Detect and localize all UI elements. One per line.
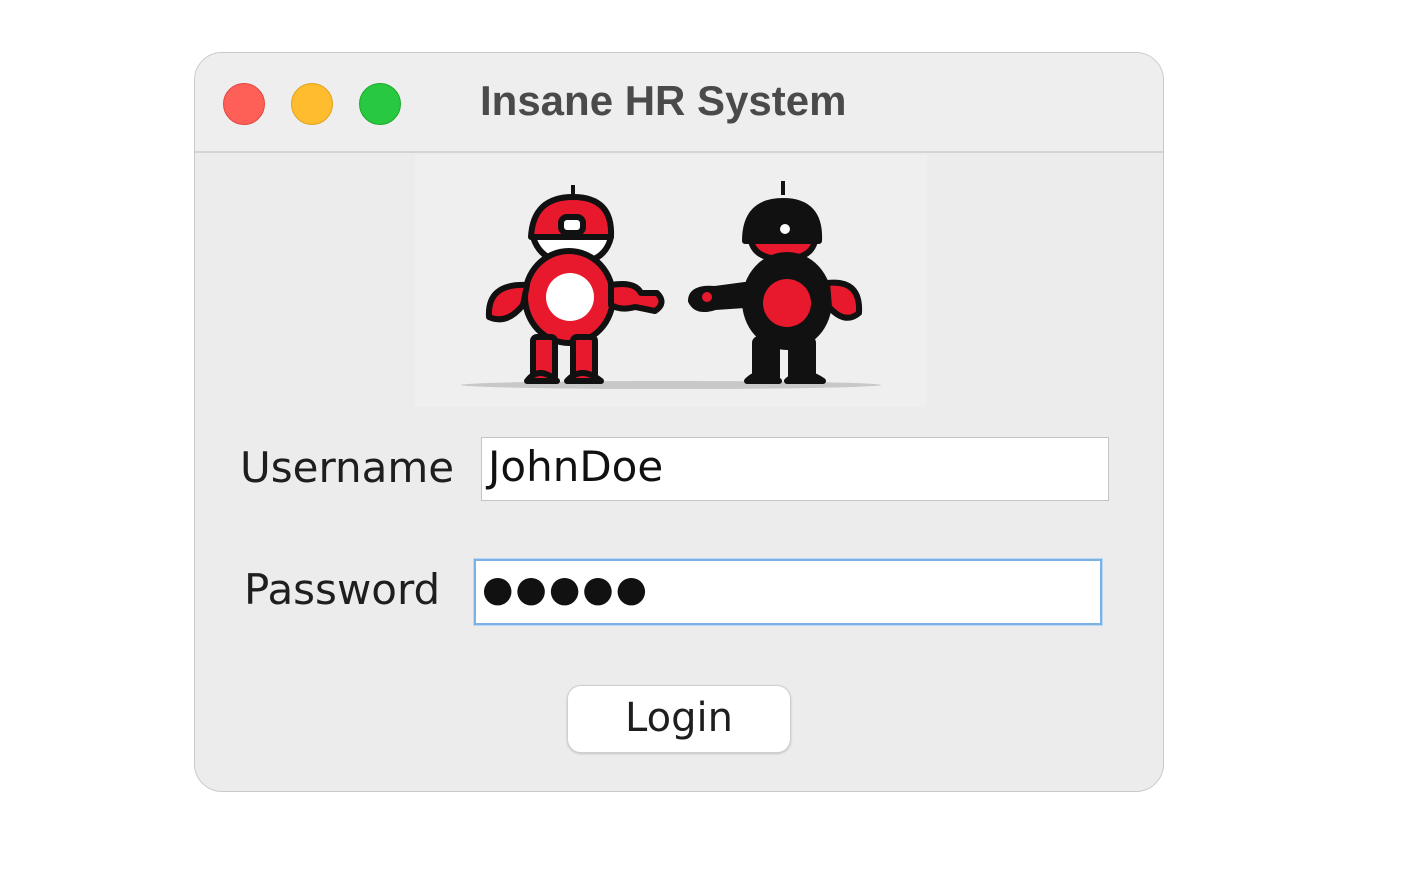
- zoom-window-button[interactable]: [359, 83, 401, 125]
- close-window-button[interactable]: [223, 83, 265, 125]
- minimize-window-button[interactable]: [291, 83, 333, 125]
- username-label: Username: [240, 443, 455, 492]
- password-label: Password: [244, 565, 441, 614]
- window-title: Insane HR System: [480, 77, 847, 124]
- username-field[interactable]: JohnDoe: [481, 437, 1109, 501]
- login-button[interactable]: Login: [567, 685, 791, 753]
- login-window: Insane HR System Username JohnDoe Passwo…: [194, 52, 1164, 792]
- title-bar[interactable]: Insane HR System: [195, 53, 1163, 153]
- password-field[interactable]: ●●●●●: [474, 559, 1102, 625]
- robots-logo-icon: [415, 155, 927, 407]
